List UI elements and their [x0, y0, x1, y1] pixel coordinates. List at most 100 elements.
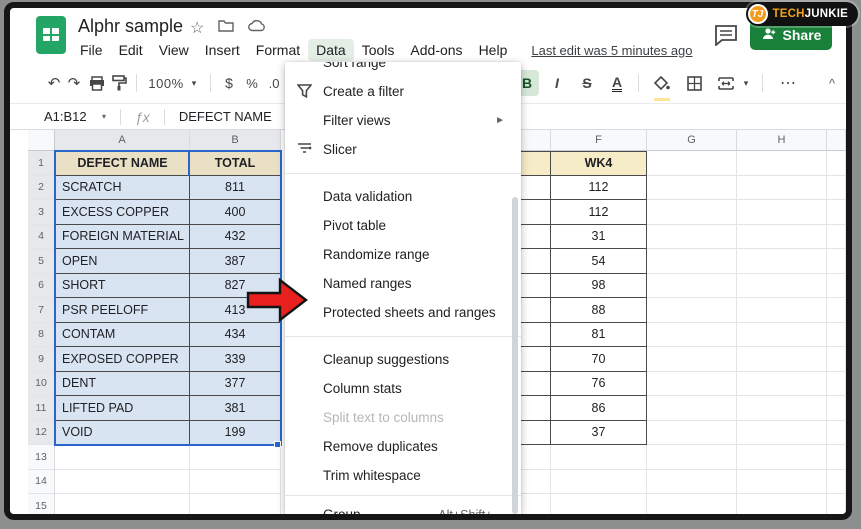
cell-H9[interactable]	[737, 347, 827, 372]
cell-G5[interactable]	[647, 249, 737, 274]
cell-B5[interactable]: 387	[190, 249, 281, 274]
cell-B14[interactable]	[190, 470, 281, 495]
row-header-8[interactable]: 8	[28, 323, 55, 348]
cell-I14[interactable]	[827, 470, 846, 495]
cell-A3[interactable]: EXCESS COPPER	[55, 200, 190, 225]
cell-B12[interactable]: 199	[190, 421, 281, 446]
cell-E12[interactable]	[521, 421, 551, 446]
menu-item-slicer[interactable]: Slicer	[285, 135, 521, 164]
column-header[interactable]	[521, 130, 551, 151]
selection-fill-handle[interactable]	[274, 441, 281, 448]
row-header-1[interactable]: 1	[28, 151, 55, 176]
cell-G1[interactable]	[647, 151, 737, 176]
menu-data[interactable]: Data	[308, 39, 354, 61]
cell-G9[interactable]	[647, 347, 737, 372]
cell-G11[interactable]	[647, 396, 737, 421]
cell-E1[interactable]	[521, 151, 551, 176]
cell-G10[interactable]	[647, 372, 737, 397]
cell-E13[interactable]	[521, 445, 551, 470]
cell-I3[interactable]	[827, 200, 846, 225]
cell-I5[interactable]	[827, 249, 846, 274]
cell-A9[interactable]: EXPOSED COPPER	[55, 347, 190, 372]
cell-H2[interactable]	[737, 176, 827, 201]
star-icon[interactable]: ☆	[190, 18, 204, 38]
cell-A8[interactable]: CONTAM	[55, 323, 190, 348]
cell-F13[interactable]	[551, 445, 647, 470]
cell-E9[interactable]	[521, 347, 551, 372]
name-box-caret-icon[interactable]: ▾	[102, 112, 106, 121]
cell-B13[interactable]	[190, 445, 281, 470]
formula-input[interactable]: DEFECT NAME	[179, 109, 272, 124]
cell-E3[interactable]	[521, 200, 551, 225]
cell-A10[interactable]: DENT	[55, 372, 190, 397]
cell-E2[interactable]	[521, 176, 551, 201]
cell-F1[interactable]: WK4	[551, 151, 647, 176]
redo-icon[interactable]: ↷	[63, 70, 85, 96]
comment-history-icon[interactable]	[714, 24, 738, 46]
cell-H5[interactable]	[737, 249, 827, 274]
cell-E11[interactable]	[521, 396, 551, 421]
cell-A12[interactable]: VOID	[55, 421, 190, 446]
cell-F5[interactable]: 54	[551, 249, 647, 274]
row-header-4[interactable]: 4	[28, 225, 55, 250]
cell-H11[interactable]	[737, 396, 827, 421]
cell-I1[interactable]	[827, 151, 846, 176]
cell-F12[interactable]: 37	[551, 421, 647, 446]
cell-B10[interactable]: 377	[190, 372, 281, 397]
cell-F7[interactable]: 88	[551, 298, 647, 323]
collapse-toolbar-icon[interactable]: ^	[822, 70, 842, 96]
cell-B11[interactable]: 381	[190, 396, 281, 421]
cell-F9[interactable]: 70	[551, 347, 647, 372]
row-header-9[interactable]: 9	[28, 347, 55, 372]
cloud-status-icon[interactable]	[248, 19, 266, 37]
cell-F10[interactable]: 76	[551, 372, 647, 397]
menu-insert[interactable]: Insert	[197, 39, 248, 61]
cell-F14[interactable]	[551, 470, 647, 495]
cell-H14[interactable]	[737, 470, 827, 495]
cell-E10[interactable]	[521, 372, 551, 397]
menu-item-trim-whitespace[interactable]: Trim whitespace	[285, 461, 521, 490]
cell-G2[interactable]	[647, 176, 737, 201]
column-header-b[interactable]: B	[190, 130, 281, 151]
menu-addons[interactable]: Add-ons	[402, 39, 470, 61]
cell-I9[interactable]	[827, 347, 846, 372]
document-title[interactable]: Alphr sample	[78, 16, 183, 37]
column-header[interactable]	[827, 130, 846, 151]
menu-item-column-stats[interactable]: Column stats	[285, 374, 521, 403]
cell-I4[interactable]	[827, 225, 846, 250]
menu-scrollbar[interactable]	[512, 197, 518, 514]
row-header-5[interactable]: 5	[28, 249, 55, 274]
cell-A6[interactable]: SHORT	[55, 274, 190, 299]
cell-E4[interactable]	[521, 225, 551, 250]
cell-G14[interactable]	[647, 470, 737, 495]
text-color-button[interactable]: A	[606, 70, 628, 96]
menu-item-remove-duplicates[interactable]: Remove duplicates	[285, 432, 521, 461]
cell-I8[interactable]	[827, 323, 846, 348]
cell-B1[interactable]: TOTAL	[190, 151, 281, 176]
italic-button[interactable]: I	[546, 70, 568, 96]
borders-icon[interactable]	[682, 70, 706, 96]
menu-item-group[interactable]: GroupAlt+Shift+→	[285, 500, 521, 514]
strikethrough-button[interactable]: S	[576, 70, 598, 96]
cell-B15[interactable]	[190, 494, 281, 514]
menu-item-sort-range[interactable]: Sort range	[285, 62, 521, 77]
menu-format[interactable]: Format	[248, 39, 308, 61]
cell-I10[interactable]	[827, 372, 846, 397]
cell-A1[interactable]: DEFECT NAME	[55, 151, 190, 176]
cell-H3[interactable]	[737, 200, 827, 225]
cell-F6[interactable]: 98	[551, 274, 647, 299]
select-all-corner[interactable]	[28, 130, 55, 151]
cell-E15[interactable]	[521, 494, 551, 514]
cell-G8[interactable]	[647, 323, 737, 348]
cell-F4[interactable]: 31	[551, 225, 647, 250]
cell-E7[interactable]	[521, 298, 551, 323]
cell-G13[interactable]	[647, 445, 737, 470]
cell-A5[interactable]: OPEN	[55, 249, 190, 274]
cell-A15[interactable]	[55, 494, 190, 514]
paint-format-icon[interactable]	[108, 70, 130, 96]
menu-edit[interactable]: Edit	[111, 39, 151, 61]
move-folder-icon[interactable]	[218, 19, 234, 37]
cell-A7[interactable]: PSR PEELOFF	[55, 298, 190, 323]
zoom-select[interactable]: 100%	[146, 70, 186, 96]
more-toolbar-icon[interactable]: ⋯	[774, 70, 802, 96]
